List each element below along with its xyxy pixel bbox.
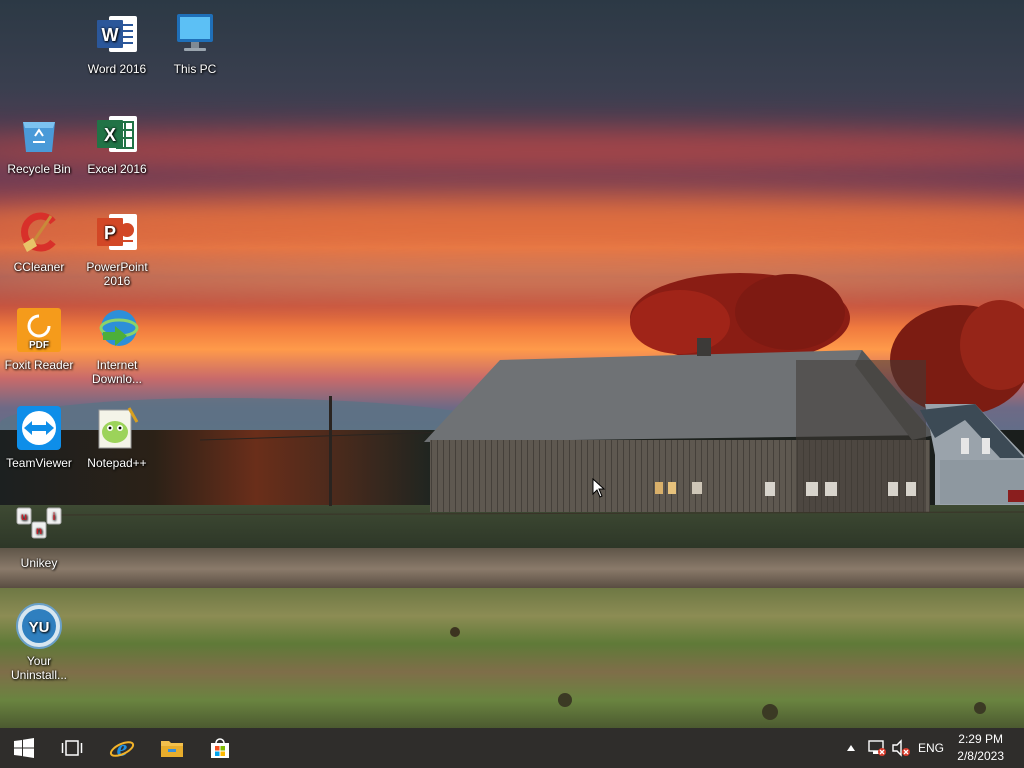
word-icon: W bbox=[93, 10, 141, 58]
taskbar-store[interactable] bbox=[196, 728, 244, 768]
desktop-icon-label: Your Uninstall... bbox=[10, 654, 68, 682]
desktop-icon-label: Recycle Bin bbox=[7, 162, 71, 176]
svg-text:P: P bbox=[104, 223, 116, 243]
network-disconnected-icon bbox=[868, 740, 886, 756]
svg-text:YU: YU bbox=[29, 619, 50, 636]
svg-text:e: e bbox=[117, 736, 128, 761]
desktop-icon-label: PowerPoint 2016 bbox=[86, 260, 148, 288]
excel-icon: X bbox=[93, 110, 141, 158]
unikey-icon: u i n bbox=[15, 504, 63, 552]
clock-date: 2/8/2023 bbox=[957, 749, 1004, 763]
desktop-icon-excel[interactable]: X Excel 2016 bbox=[78, 110, 156, 176]
recycle-bin-icon bbox=[15, 110, 63, 158]
chevron-up-icon bbox=[847, 745, 855, 751]
network-tray-button[interactable] bbox=[866, 728, 888, 768]
desktop-icon-label: Foxit Reader bbox=[4, 358, 74, 372]
svg-text:PDF: PDF bbox=[29, 340, 49, 351]
file-explorer-icon bbox=[161, 741, 183, 757]
taskbar-internet-explorer[interactable]: e bbox=[98, 728, 146, 768]
show-hidden-icons-button[interactable] bbox=[844, 728, 858, 768]
desktop-icon-powerpoint[interactable]: P PowerPoint 2016 bbox=[78, 208, 156, 288]
svg-text:X: X bbox=[104, 125, 116, 145]
desktop-icon-recycle-bin[interactable]: Recycle Bin bbox=[0, 110, 78, 176]
desktop-icon-label: CCleaner bbox=[13, 260, 65, 274]
desktop-icon-internet-download-manager[interactable]: Internet Downlo... bbox=[78, 306, 156, 386]
desktop-icon-label: Internet Downlo... bbox=[91, 358, 143, 386]
desktop-icon-unikey[interactable]: u i n Unikey bbox=[0, 504, 78, 570]
desktop-icon-ccleaner[interactable]: CCleaner bbox=[0, 208, 78, 274]
desktop-icon-label: Unikey bbox=[20, 556, 58, 570]
desktop-icon-foxit-reader[interactable]: PDF Foxit Reader bbox=[0, 306, 78, 372]
mouse-cursor-icon bbox=[592, 478, 606, 498]
windows-start-icon bbox=[14, 738, 34, 758]
internet-explorer-icon: e bbox=[109, 736, 135, 761]
desktop-icon-label: Excel 2016 bbox=[87, 162, 147, 176]
teamviewer-icon bbox=[15, 404, 63, 452]
desktop-icon-label: This PC bbox=[173, 62, 217, 76]
clock[interactable]: 2:29 PM 2/8/2023 bbox=[957, 731, 1004, 765]
taskbar-file-explorer[interactable] bbox=[148, 728, 196, 768]
volume-muted-icon bbox=[892, 739, 910, 757]
desktop-icon-teamviewer[interactable]: TeamViewer bbox=[0, 404, 78, 470]
volume-tray-button[interactable] bbox=[890, 728, 912, 768]
desktop-icon-this-pc[interactable]: This PC bbox=[156, 10, 234, 76]
desktop-icon-label: Word 2016 bbox=[87, 62, 147, 76]
desktop-icon-your-uninstaller[interactable]: YU Your Uninstall... bbox=[0, 602, 78, 682]
language-indicator[interactable]: ENG bbox=[916, 728, 946, 768]
ccleaner-icon bbox=[15, 208, 63, 256]
desktop-icon-word[interactable]: W Word 2016 bbox=[78, 10, 156, 76]
store-icon bbox=[211, 738, 229, 758]
clock-time: 2:29 PM bbox=[958, 732, 1003, 746]
svg-text:W: W bbox=[102, 25, 119, 45]
powerpoint-icon: P bbox=[93, 208, 141, 256]
svg-text:i: i bbox=[53, 512, 56, 523]
internet-download-manager-icon bbox=[93, 306, 141, 354]
task-view-icon bbox=[61, 740, 83, 756]
desktop-icon-notepad-plus-plus[interactable]: Notepad++ bbox=[78, 404, 156, 470]
desktop-icon-label: Notepad++ bbox=[87, 456, 147, 470]
start-button[interactable] bbox=[0, 728, 48, 768]
your-uninstaller-icon: YU bbox=[15, 602, 63, 650]
svg-text:n: n bbox=[36, 526, 42, 537]
computer-icon bbox=[171, 10, 219, 58]
taskbar: e ENG 2:29 PM 2/8/2023 bbox=[0, 728, 1024, 768]
task-view-button[interactable] bbox=[48, 728, 96, 768]
svg-text:u: u bbox=[21, 512, 27, 523]
foxit-pdf-icon: PDF bbox=[15, 306, 63, 354]
notepad-plus-plus-icon bbox=[93, 404, 141, 452]
desktop-icon-label: TeamViewer bbox=[6, 456, 72, 470]
